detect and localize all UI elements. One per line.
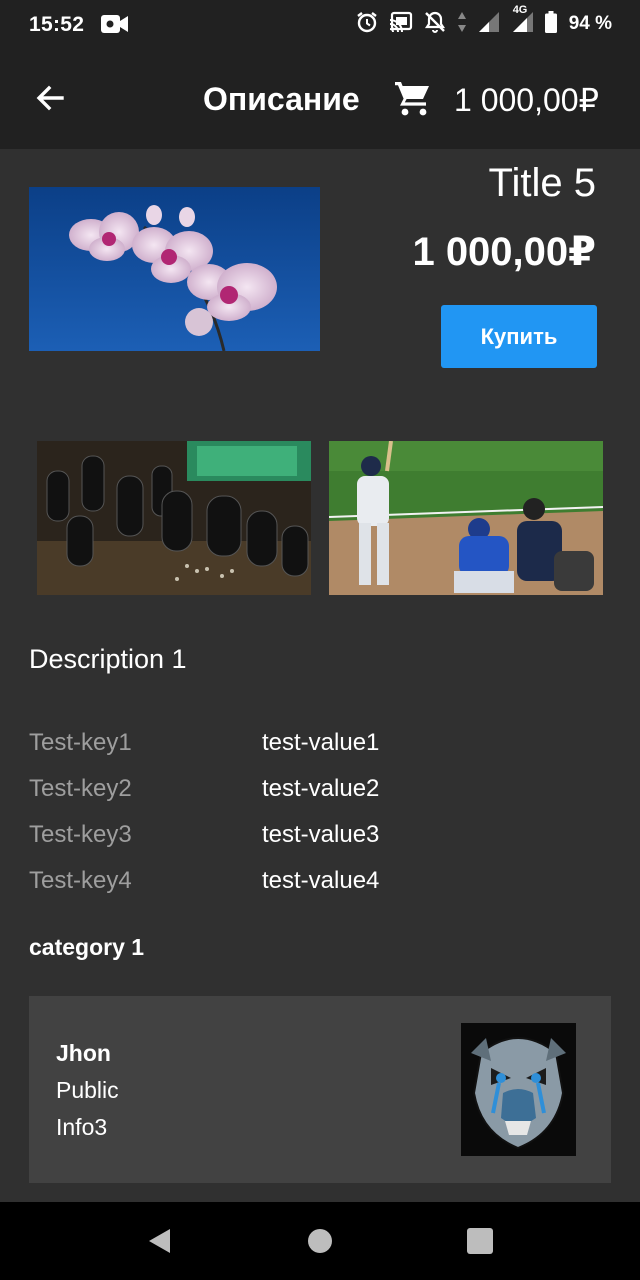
spec-key: Test-key4 — [29, 867, 132, 894]
spec-value: test-value3 — [262, 821, 380, 848]
seller-name: Jhon — [56, 1040, 111, 1066]
product-main-image[interactable] — [29, 187, 320, 351]
buy-button[interactable]: Купить — [441, 305, 597, 368]
battery-percent: 94 % — [568, 13, 612, 34]
status-time: 15:52 — [29, 13, 85, 36]
spec-row: Test-key1 test-value1 — [29, 729, 589, 775]
product-description: Description 1 — [29, 644, 187, 674]
page-title: Описание — [203, 81, 360, 117]
product-title: Title 5 — [488, 161, 596, 205]
spec-value: test-value4 — [262, 867, 380, 894]
seller-info-line: Public — [56, 1077, 119, 1103]
home-circle-icon[interactable] — [305, 1226, 335, 1256]
product-category[interactable]: category 1 — [29, 934, 144, 961]
notifications-off-icon — [423, 10, 447, 39]
signal-4g-icon: 4G — [511, 4, 535, 39]
product-details: Title 5 1 000,00₽ Купить Description 1 T… — [0, 149, 640, 1202]
system-nav-bar — [0, 1202, 640, 1280]
status-icons: 4G 94 % — [355, 4, 612, 39]
seller-card[interactable]: Jhon Public Info3 — [29, 996, 611, 1183]
spec-list: Test-key1 test-value1 Test-key2 test-val… — [29, 729, 589, 913]
seller-info-line: Info3 — [56, 1114, 108, 1140]
shopping-cart-icon[interactable] — [393, 79, 433, 119]
network-label: 4G — [512, 3, 528, 16]
recents-square-icon[interactable] — [465, 1226, 495, 1256]
spec-key: Test-key2 — [29, 775, 132, 802]
app-bar: Описание 1 000,00₽ — [0, 48, 640, 149]
spec-row: Test-key4 test-value4 — [29, 867, 589, 913]
signal-icon — [477, 10, 501, 39]
cart-total[interactable]: 1 000,00₽ — [454, 81, 599, 119]
battery-icon — [544, 10, 557, 38]
gallery-image-baseball[interactable] — [329, 441, 603, 595]
spec-value: test-value1 — [262, 729, 380, 756]
spec-key: Test-key1 — [29, 729, 132, 756]
video-camera-icon — [101, 14, 129, 39]
gallery-image-electronics[interactable] — [37, 441, 311, 595]
status-bar: 15:52 4G 94 % — [0, 0, 640, 48]
spec-value: test-value2 — [262, 775, 380, 802]
spec-key: Test-key3 — [29, 821, 132, 848]
seller-avatar — [461, 1023, 576, 1156]
product-price: 1 000,00₽ — [412, 230, 596, 274]
back-triangle-icon[interactable] — [145, 1226, 175, 1256]
cast-icon — [389, 11, 413, 38]
back-arrow-icon[interactable] — [32, 80, 68, 116]
spec-row: Test-key3 test-value3 — [29, 821, 589, 867]
spec-row: Test-key2 test-value2 — [29, 775, 589, 821]
alarm-icon — [355, 10, 379, 39]
data-arrows-icon — [457, 10, 467, 39]
